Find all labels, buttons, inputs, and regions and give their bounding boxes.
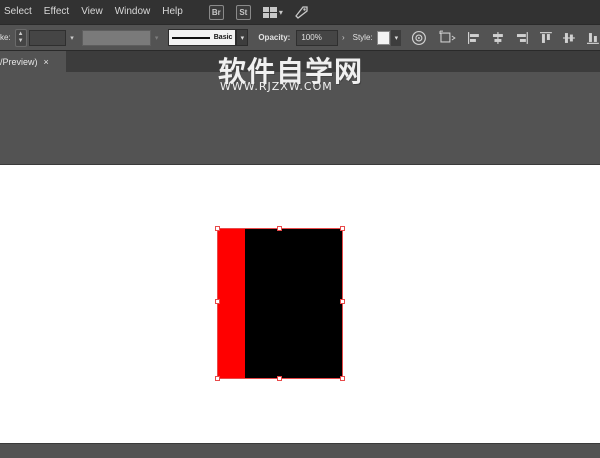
selection-handle-bottom-left[interactable] bbox=[215, 376, 220, 381]
stock-icon[interactable]: St bbox=[235, 4, 251, 20]
graphic-style-swatch[interactable] bbox=[376, 30, 391, 45]
align-horizontal-center-icon[interactable] bbox=[491, 31, 505, 45]
brush-definition-field[interactable]: Basic bbox=[168, 29, 237, 46]
variable-width-field bbox=[81, 29, 151, 46]
chevron-down-icon: ▾ bbox=[154, 34, 159, 42]
opacity-field[interactable]: 100% bbox=[296, 29, 338, 46]
menu-help[interactable]: Help bbox=[156, 0, 189, 24]
watermark-url: WWW.RJZXW.COM bbox=[220, 80, 333, 93]
chevron-right-icon[interactable]: › bbox=[342, 33, 345, 42]
selection-handle-top-middle[interactable] bbox=[277, 226, 282, 231]
align-left-icon[interactable] bbox=[467, 31, 481, 45]
brush-dropdown-button[interactable]: ▾ bbox=[236, 29, 249, 46]
document-tab-label: /Preview) bbox=[0, 57, 38, 67]
align-top-icon[interactable] bbox=[539, 31, 553, 45]
gpu-performance-icon[interactable] bbox=[293, 3, 311, 21]
selection-handle-bottom-right[interactable] bbox=[340, 376, 345, 381]
menu-bar: Select Effect View Window Help Br St ▾ bbox=[0, 0, 600, 24]
menu-view[interactable]: View bbox=[75, 0, 109, 24]
chevron-down-icon: ▾ bbox=[278, 7, 283, 17]
selection-handle-bottom-middle[interactable] bbox=[277, 376, 282, 381]
menu-effect[interactable]: Effect bbox=[38, 0, 75, 24]
stroke-stepper[interactable]: ▲ ▼ bbox=[14, 28, 27, 47]
brush-stroke-preview bbox=[172, 36, 210, 39]
workspace-switcher-icon[interactable]: ▾ bbox=[262, 6, 283, 18]
align-vertical-center-icon[interactable] bbox=[562, 31, 576, 45]
selection-handle-middle-left[interactable] bbox=[215, 299, 220, 304]
style-dropdown-button[interactable]: ▾ bbox=[391, 29, 402, 46]
bridge-icon[interactable]: Br bbox=[208, 4, 224, 20]
stroke-label: ke: bbox=[0, 33, 11, 42]
chevron-down-icon[interactable]: ▾ bbox=[70, 34, 74, 42]
stroke-weight-field[interactable] bbox=[28, 29, 67, 46]
close-icon[interactable]: × bbox=[44, 57, 49, 67]
align-right-icon[interactable] bbox=[515, 31, 529, 45]
status-bar bbox=[0, 443, 600, 458]
selection-handle-middle-right[interactable] bbox=[340, 299, 345, 304]
selection-handle-top-left[interactable] bbox=[215, 226, 220, 231]
menu-select[interactable]: Select bbox=[0, 0, 38, 24]
selection-handle-top-right[interactable] bbox=[340, 226, 345, 231]
brush-label: Basic bbox=[213, 34, 233, 41]
style-label: Style: bbox=[352, 33, 373, 42]
document-tab[interactable]: /Preview) × bbox=[0, 51, 66, 73]
transform-icon[interactable] bbox=[439, 30, 457, 46]
recolor-artwork-icon[interactable] bbox=[411, 30, 427, 46]
align-bottom-icon[interactable] bbox=[586, 31, 600, 45]
menu-window[interactable]: Window bbox=[109, 0, 157, 24]
opacity-label: Opacity: bbox=[258, 33, 291, 42]
selection-bounding-box[interactable] bbox=[217, 228, 343, 379]
control-bar: ke: ▲ ▼ ▾ ▾ Basic ▾ Opacity: 100% › Style… bbox=[0, 24, 600, 50]
